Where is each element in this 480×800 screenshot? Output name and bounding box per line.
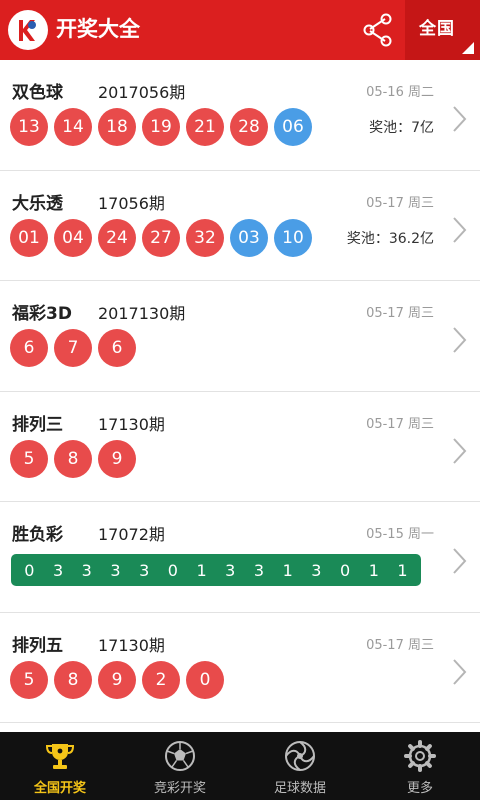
result-digit: 0: [24, 560, 35, 580]
result-digit: 1: [368, 560, 379, 580]
swirl-icon: [283, 739, 317, 773]
result-digit: 3: [110, 560, 121, 580]
red-ball: 27: [142, 218, 180, 257]
result-digit: 0: [167, 560, 178, 580]
tab-more[interactable]: 更多: [360, 732, 480, 800]
tab-label: 更多: [406, 781, 433, 796]
app-title: 开奖大全: [56, 17, 140, 41]
draw-date: 05-16 周二: [366, 85, 434, 100]
lottery-issue: 17072期: [98, 525, 165, 544]
blue-ball: 03: [230, 218, 268, 257]
app-header: 开奖大全 全国: [0, 0, 480, 60]
share-button[interactable]: [356, 10, 400, 50]
red-ball: 0: [186, 660, 224, 699]
red-ball: 32: [186, 218, 224, 257]
result-digit: 3: [253, 560, 265, 580]
red-ball: 13: [10, 108, 48, 146]
share-icon: [363, 13, 392, 47]
ball-group: 01 04 24 27 32 03 10: [10, 218, 318, 259]
blue-ball: 06: [274, 108, 312, 146]
result-digit: 1: [196, 560, 207, 580]
red-ball: 19: [142, 108, 180, 146]
lottery-row-daletou[interactable]: 大乐透 17056期 05-17 周三 01 04 24 27 32 03 10 奖池：36…: [0, 171, 480, 281]
chevron-right-icon: [450, 215, 468, 245]
lottery-list[interactable]: 双色球 2017056期 05-16 周二 13 14 18 19 21 28 06 奖池：…: [0, 60, 480, 732]
result-digit: 3: [52, 560, 64, 580]
red-ball: 01: [10, 218, 48, 257]
result-digit: 1: [397, 560, 408, 580]
lottery-row-pailiesan[interactable]: 排列三 17130期 05-17 周三 589: [0, 392, 480, 502]
lottery-issue: 17130期: [98, 414, 165, 434]
lottery-row-pailiewu[interactable]: 排列五 17130期 05-17 周三 58920: [0, 613, 480, 723]
chevron-right-icon: [450, 657, 468, 687]
blue-ball: 10: [274, 218, 312, 257]
tab-label: 足球数据: [273, 781, 326, 796]
draw-date: 05-15 周一: [366, 527, 434, 542]
lottery-name: 胜负彩: [12, 525, 63, 545]
red-ball: 8: [54, 439, 92, 478]
red-ball: 2: [142, 660, 180, 699]
lottery-issue: 17056期: [98, 193, 165, 213]
soccer-ball-icon: [163, 739, 197, 773]
chevron-right-icon: [450, 546, 468, 576]
gear-icon: [403, 739, 437, 773]
chevron-right-icon: [450, 325, 468, 355]
draw-date: 05-17 周三: [366, 195, 434, 211]
ball-group: 13 14 18 19 21 28 06: [10, 108, 318, 148]
red-ball: 6: [98, 329, 136, 367]
result-digit: 1: [282, 560, 293, 580]
prize-pool: 奖池：36.2亿: [346, 230, 434, 247]
lottery-row-shuangseqiu[interactable]: 双色球 2017056期 05-16 周二 13 14 18 19 21 28 06 奖池：…: [0, 60, 480, 171]
lottery-name: 福彩3D: [12, 304, 72, 324]
red-ball: 9: [98, 660, 136, 699]
lottery-name: 排列三: [12, 414, 63, 435]
red-ball: 5: [10, 439, 48, 478]
lottery-row-fucai3d[interactable]: 福彩3D 2017130期 05-17 周三 676: [0, 281, 480, 392]
region-selector[interactable]: 全国: [405, 0, 480, 60]
lottery-name: 大乐透: [12, 193, 63, 214]
prize-pool: 奖池：7亿: [369, 120, 434, 136]
result-digit: 3: [139, 560, 150, 580]
draw-date: 05-17 周三: [366, 416, 434, 432]
red-ball: 5: [10, 660, 48, 699]
result-digit: 3: [225, 560, 236, 580]
trophy-icon: [43, 739, 77, 773]
red-ball: 7: [54, 329, 92, 367]
result-digit: 0: [339, 560, 351, 580]
lottery-issue: 2017130期: [98, 304, 186, 323]
red-ball: 24: [98, 218, 136, 257]
red-ball: 14: [54, 108, 92, 146]
tab-national-draw[interactable]: 全国开奖: [0, 732, 120, 800]
lottery-issue: 2017056期: [98, 83, 186, 102]
red-ball: 8: [54, 660, 92, 699]
result-digit: 3: [81, 560, 92, 580]
ball-group: 58920: [10, 660, 230, 701]
result-digit: 3: [311, 560, 322, 580]
tab-football-data[interactable]: 足球数据: [240, 732, 360, 800]
ball-group: 589: [10, 439, 142, 480]
chevron-right-icon: [450, 104, 468, 134]
tab-label: 竞彩开奖: [153, 781, 206, 796]
red-ball: 6: [10, 329, 48, 367]
red-ball: 18: [98, 108, 136, 146]
ball-group: 676: [10, 329, 142, 369]
lottery-name: 双色球: [12, 83, 63, 103]
region-label: 全国: [419, 19, 455, 39]
lottery-row-shengfucai[interactable]: 胜负彩 17072期 05-15 周一 0 3 3 3 3 0 1 3 3 1 …: [0, 502, 480, 613]
red-ball: 04: [54, 218, 92, 257]
lottery-logo-icon: [8, 10, 48, 50]
draw-date: 05-17 周三: [366, 306, 434, 321]
lottery-issue: 17130期: [98, 635, 165, 655]
red-ball: 9: [98, 439, 136, 478]
tab-label: 全国开奖: [33, 781, 86, 796]
lottery-name: 排列五: [12, 635, 63, 656]
result-digit-bar: 0 3 3 3 3 0 1 3 3 1 3 0 1 1: [11, 554, 421, 586]
red-ball: 21: [186, 108, 224, 146]
bottom-tab-bar: 全国开奖 竞彩开奖 足球数据 更多: [0, 732, 480, 800]
draw-date: 05-17 周三: [366, 637, 434, 653]
dropdown-corner-icon: [462, 42, 474, 54]
chevron-right-icon: [450, 436, 468, 466]
red-ball: 28: [230, 108, 268, 146]
tab-sports-draw[interactable]: 竞彩开奖: [120, 732, 240, 800]
